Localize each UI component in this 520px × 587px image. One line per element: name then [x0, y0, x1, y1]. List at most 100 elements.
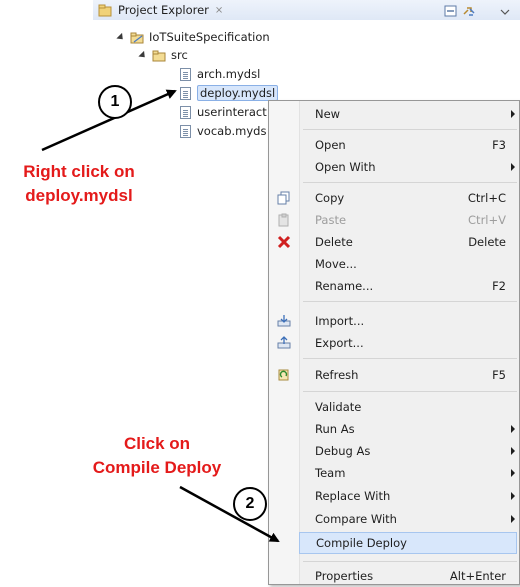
submenu-arrow-icon [511, 469, 515, 477]
step2-line1: Click on [123, 434, 191, 453]
menu-separator [303, 561, 517, 562]
file-icon [180, 67, 191, 81]
step-badge-1: 1 [98, 85, 132, 119]
tree-item-label: arch.mydsl [197, 67, 261, 81]
submenu-arrow-icon [511, 163, 515, 171]
menu-item-compare-with[interactable]: Compare With [269, 508, 520, 530]
tree-item-file[interactable]: userinteract [180, 103, 267, 121]
menu-item-open[interactable]: Open F3 [269, 134, 520, 156]
submenu-arrow-icon [511, 447, 515, 455]
menu-item-label: Refresh [315, 368, 359, 382]
menu-item-team[interactable]: Team [269, 462, 520, 484]
menu-item-label: Import... [315, 314, 365, 328]
menu-item-open-with[interactable]: Open With [269, 156, 520, 178]
menu-item-label: Open With [315, 160, 376, 174]
submenu-arrow-icon [511, 425, 515, 433]
tree-item-file[interactable]: vocab.myds [180, 122, 266, 140]
menu-item-label: Rename... [315, 279, 374, 293]
tree-item-project[interactable]: IoTSuiteSpecification [116, 28, 270, 46]
submenu-arrow-icon [511, 492, 515, 500]
menu-item-label: Run As [315, 422, 355, 436]
shortcut-label: Ctrl+V [468, 213, 506, 227]
menu-item-label: Properties [315, 569, 374, 583]
menu-item-label: Delete [315, 235, 353, 249]
shortcut-label: Ctrl+C [467, 191, 506, 205]
menu-separator [303, 129, 517, 130]
menu-item-import[interactable]: Import... [269, 310, 520, 332]
menu-item-label: Validate [315, 400, 362, 414]
menu-item-compile-deploy[interactable]: Compile Deploy [299, 532, 517, 554]
file-icon [180, 105, 191, 119]
shortcut-label: F3 [492, 138, 506, 152]
tree-item-file[interactable]: arch.mydsl [180, 65, 260, 83]
collapse-all-icon[interactable] [444, 3, 458, 17]
menu-item-label: Replace With [315, 489, 391, 503]
menu-separator [303, 358, 517, 359]
step1-line2: deploy.mydsl [25, 186, 133, 205]
menu-separator [303, 301, 517, 302]
menu-item-replace-with[interactable]: Replace With [269, 485, 520, 507]
menu-item-run-as[interactable]: Run As [269, 418, 520, 440]
menu-item-label: Paste [315, 213, 347, 227]
menu-separator [303, 182, 517, 183]
menu-item-validate[interactable]: Validate [269, 396, 520, 418]
menu-item-paste[interactable]: Paste Ctrl+V [269, 209, 520, 231]
file-icon [180, 124, 191, 138]
tree-item-label: deploy.mydsl [197, 85, 279, 101]
shortcut-label: Delete [468, 235, 506, 249]
menu-item-copy[interactable]: Copy Ctrl+C [269, 187, 520, 209]
menu-item-label: Copy [315, 191, 345, 205]
tree-item-label: IoTSuiteSpecification [149, 30, 270, 44]
menu-item-label: Move... [315, 257, 357, 271]
submenu-arrow-icon [511, 515, 515, 523]
paste-icon [277, 213, 291, 227]
view-menu-icon[interactable] [500, 1, 510, 15]
menu-item-label: Open [315, 138, 346, 152]
menu-item-properties[interactable]: Properties Alt+Enter [269, 565, 520, 587]
menu-item-label: New [315, 107, 341, 121]
refresh-icon [277, 368, 291, 382]
menu-item-label: Team [315, 466, 346, 480]
menu-item-label: Compile Deploy [316, 536, 407, 550]
menu-item-label: Export... [315, 336, 364, 350]
step1-instruction: Right click on deploy.mydsl [10, 160, 148, 208]
step-badge-2: 2 [233, 487, 267, 521]
context-menu: New Open F3 Open With Copy Ctrl+C Paste Ctr… [268, 100, 520, 585]
shortcut-label: Alt+Enter [449, 569, 506, 583]
step2-line2: Compile Deploy [92, 458, 222, 477]
menu-item-new[interactable]: New [269, 103, 520, 125]
project-explorer-icon [98, 4, 113, 17]
submenu-arrow-icon [511, 110, 515, 118]
expanded-arrow-icon[interactable] [138, 50, 148, 60]
tab-project-explorer[interactable]: Project Explorer ⨯ [98, 1, 223, 19]
tab-project-explorer-label: Project Explorer [118, 3, 209, 17]
step1-line1: Right click on [23, 162, 135, 181]
tree-item-label: vocab.myds [197, 124, 267, 138]
menu-separator [303, 391, 517, 392]
menu-item-refresh[interactable]: Refresh F5 [269, 364, 520, 386]
menu-item-delete[interactable]: Delete Delete [269, 231, 520, 253]
shortcut-label: F5 [492, 368, 506, 382]
copy-icon [277, 191, 291, 205]
delete-icon [277, 235, 291, 249]
expanded-arrow-icon[interactable] [116, 32, 126, 42]
menu-item-rename[interactable]: Rename... F2 [269, 275, 520, 297]
tree-item-src[interactable]: src [138, 46, 188, 64]
file-icon [180, 86, 191, 100]
tree-item-label: userinteract [197, 105, 267, 119]
tree-item-label: src [171, 48, 188, 62]
close-icon[interactable]: ⨯ [215, 5, 223, 16]
menu-item-debug-as[interactable]: Debug As [269, 440, 520, 462]
source-folder-icon [152, 50, 167, 61]
import-icon [277, 314, 291, 328]
menu-item-export[interactable]: Export... [269, 332, 520, 354]
menu-item-label: Debug As [315, 444, 371, 458]
menu-item-label: Compare With [315, 512, 397, 526]
project-folder-icon [130, 32, 145, 43]
shortcut-label: F2 [492, 279, 506, 293]
export-icon [277, 336, 291, 350]
tree-item-file-selected[interactable]: deploy.mydsl [180, 84, 279, 102]
menu-item-move[interactable]: Move... [269, 253, 520, 275]
step2-instruction: Click on Compile Deploy [72, 432, 242, 480]
link-with-editor-icon[interactable] [462, 3, 476, 16]
